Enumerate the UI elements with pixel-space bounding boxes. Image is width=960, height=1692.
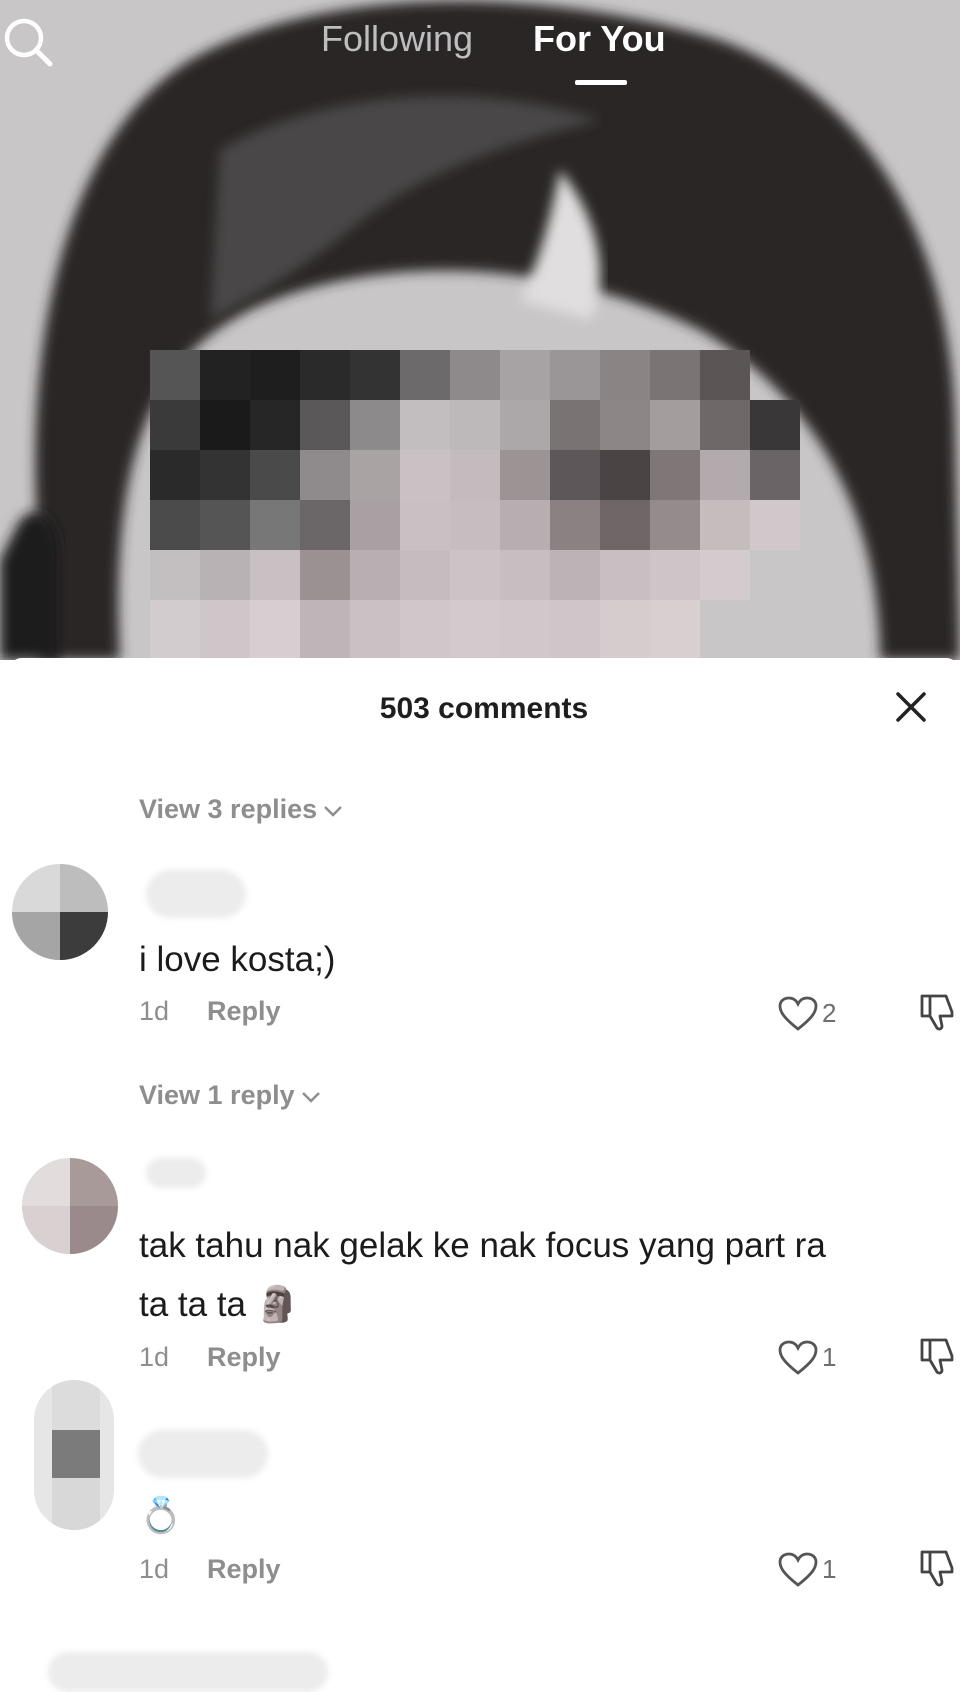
tab-following[interactable]: Following [321,18,473,60]
dislike-icon[interactable] [918,992,956,1032]
like-count: 1 [822,1554,837,1584]
tab-for-you[interactable]: For You [533,18,666,60]
comment-time: 1d [139,1554,170,1584]
username-redacted [138,1430,268,1478]
comment-text: i love kosta;) [139,940,336,979]
dislike-icon[interactable] [918,1548,956,1588]
comment-text-line: ta ta ta 🗿 [139,1275,826,1334]
view-replies-button[interactable]: View 3 replies [139,794,343,825]
view-replies-label: View 1 reply [139,1080,295,1110]
dislike-icon[interactable] [918,1336,956,1376]
like-count: 1 [822,1342,837,1372]
chevron-down-icon [324,805,343,817]
comments-count-title: 503 comments [379,692,589,725]
comment-meta: 1d Reply [139,996,281,1027]
active-tab-indicator [575,80,627,85]
avatar[interactable] [22,1158,118,1254]
username-redacted [146,1158,206,1188]
reply-button[interactable]: Reply [207,1554,281,1584]
comment-time: 1d [139,996,170,1026]
like-button[interactable]: 2 [778,994,858,1038]
ring-emoji: 💍 [139,1496,183,1535]
avatar[interactable] [12,864,108,960]
view-replies-button[interactable]: View 1 reply [139,1080,321,1111]
heart-icon [778,1340,818,1375]
comment-meta: 1d Reply [139,1554,281,1585]
moai-emoji: 🗿 [255,1285,300,1324]
like-count: 2 [822,998,837,1028]
avatar[interactable] [34,1380,114,1530]
reply-button[interactable]: Reply [207,996,281,1026]
comment-text-line: tak tahu nak gelak ke nak focus yang par… [139,1226,826,1265]
comment-text: tak tahu nak gelak ke nak focus yang par… [139,1216,826,1334]
comment-text-fragment: ta ta ta [139,1285,247,1324]
like-button[interactable]: 1 [778,1338,858,1382]
view-replies-label: View 3 replies [139,794,318,824]
reply-button[interactable]: Reply [207,1342,281,1372]
comment-time: 1d [139,1342,170,1372]
heart-icon [778,996,818,1031]
close-icon[interactable] [894,690,928,724]
chevron-down-icon [301,1091,320,1103]
search-icon[interactable] [0,14,56,70]
heart-icon [778,1552,818,1587]
top-navigation: Following For You [0,14,960,85]
username-redacted [146,870,246,918]
next-comment-redacted [48,1652,328,1692]
comment-meta: 1d Reply [139,1342,281,1373]
video-image [0,0,960,660]
comments-sheet: 503 comments View 3 replies i love kosta… [8,658,960,1692]
like-button[interactable]: 1 [778,1550,858,1594]
video-frame[interactable]: Following For You [0,0,960,660]
